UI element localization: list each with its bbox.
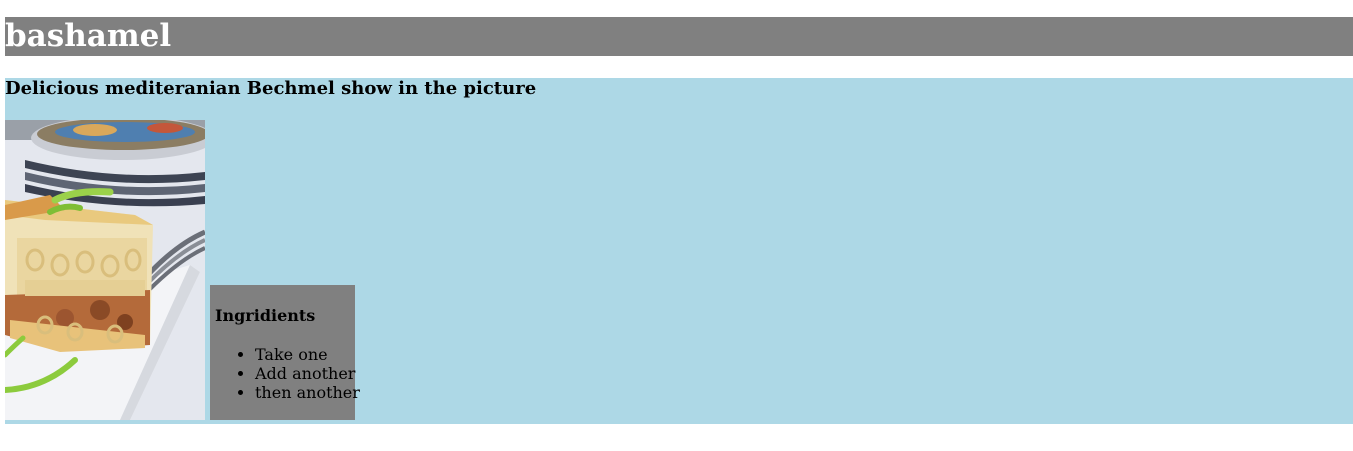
ingredient-text: then another: [255, 383, 360, 402]
list-item: Add another: [232, 364, 360, 383]
page-title: bashamel: [5, 18, 172, 54]
bechamel-photo: [5, 120, 205, 420]
ingredients-list: Take one Add another then another: [232, 345, 360, 402]
ingredients-box: Ingridients Take one Add another then an…: [210, 285, 360, 420]
page-header: bashamel: [5, 17, 1353, 56]
ingredient-text: Add another: [255, 364, 356, 383]
bullet-icon: [238, 371, 243, 376]
list-item: Take one: [232, 345, 360, 364]
main-section: Delicious mediteranian Bechmel show in t…: [5, 78, 1353, 424]
section-heading: Delicious mediteranian Bechmel show in t…: [5, 78, 537, 99]
bullet-icon: [238, 352, 243, 357]
ingredient-text: Take one: [255, 345, 328, 364]
ingredients-heading: Ingridients: [215, 306, 316, 325]
bullet-icon: [238, 390, 243, 395]
bechamel-photo-image: [5, 120, 205, 420]
list-item: then another: [232, 383, 360, 402]
